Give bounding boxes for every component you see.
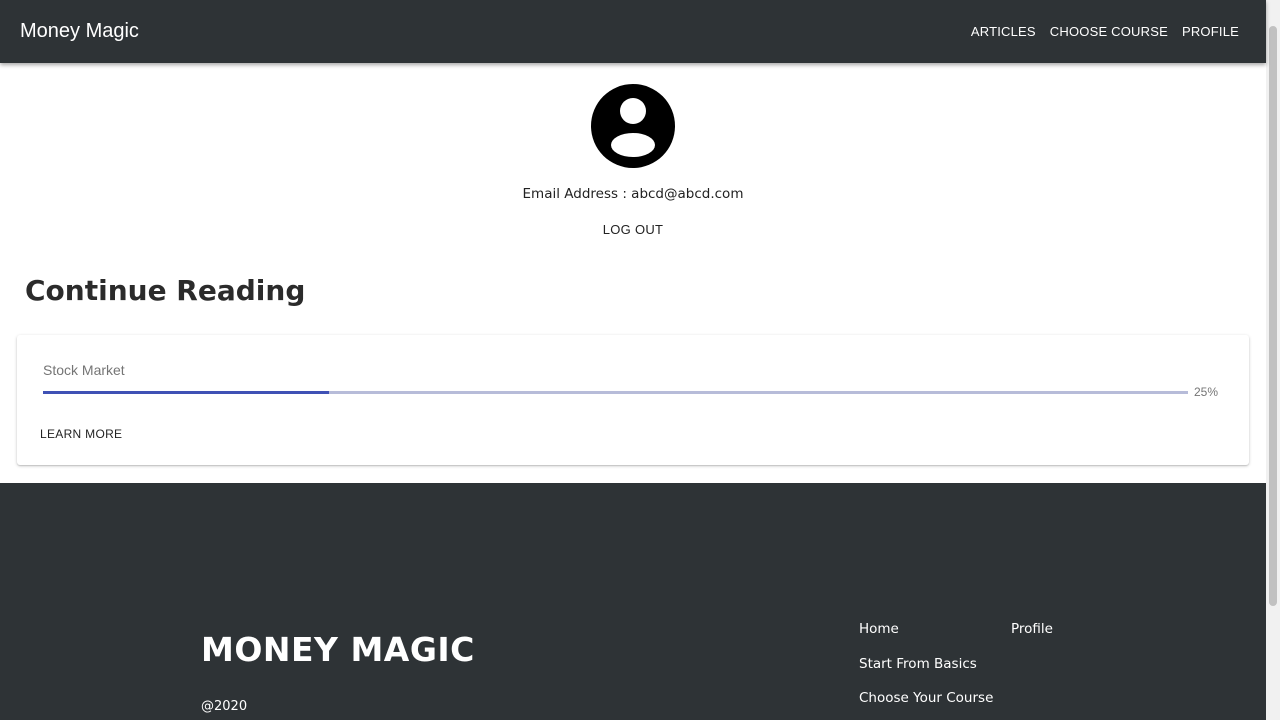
vertical-scrollbar[interactable] — [1266, 0, 1280, 720]
progress-bar-fill — [43, 391, 330, 394]
footer-link-start-basics[interactable]: Start From Basics — [859, 656, 977, 672]
footer-brand: MONEY MAGIC — [201, 630, 475, 669]
account-circle-icon — [591, 84, 675, 168]
top-nav: ARTICLES CHOOSE COURSE PROFILE — [971, 24, 1239, 39]
progress-bar — [43, 391, 1188, 394]
footer-link-home[interactable]: Home — [859, 621, 899, 637]
email-row: Email Address : abcd@abcd.com — [0, 186, 1266, 202]
nav-profile[interactable]: PROFILE — [1182, 24, 1239, 39]
nav-articles[interactable]: ARTICLES — [971, 24, 1036, 39]
learn-more-button[interactable]: LEARN MORE — [40, 427, 122, 441]
footer-link-choose-course[interactable]: Choose Your Course — [859, 690, 993, 706]
footer-link-profile[interactable]: Profile — [1011, 621, 1053, 637]
nav-choose-course[interactable]: CHOOSE COURSE — [1050, 24, 1168, 39]
course-progress-card: Stock Market 25% LEARN MORE — [17, 335, 1249, 465]
continue-reading-title: Continue Reading — [25, 274, 306, 307]
email-label: Email Address : — [522, 186, 627, 202]
footer: MONEY MAGIC @2020 Home Profile Start Fro… — [0, 483, 1266, 720]
progress-percent: 25% — [1194, 385, 1219, 399]
profile-section: Email Address : abcd@abcd.com LOG OUT — [0, 63, 1266, 238]
course-title: Stock Market — [43, 362, 125, 378]
logout-button[interactable]: LOG OUT — [603, 222, 664, 237]
scrollbar-thumb[interactable] — [1269, 26, 1277, 606]
app-bar: Money Magic ARTICLES CHOOSE COURSE PROFI… — [0, 0, 1266, 63]
footer-copyright: @2020 — [201, 699, 248, 714]
email-value: abcd@abcd.com — [631, 186, 744, 202]
brand-title[interactable]: Money Magic — [20, 20, 139, 43]
